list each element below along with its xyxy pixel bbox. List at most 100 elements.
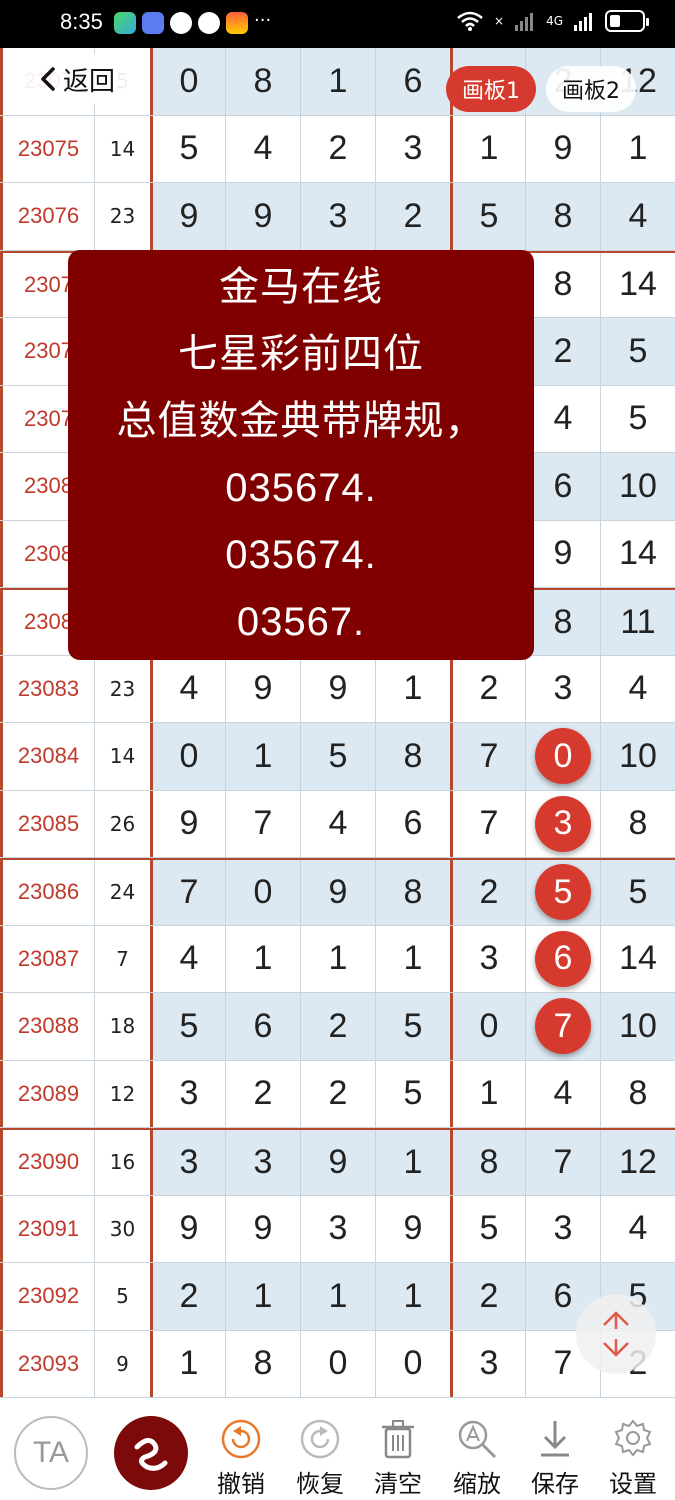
digit-cell[interactable]: 14	[600, 925, 675, 992]
undo-button[interactable]: 撤销	[206, 1416, 276, 1499]
digit-cell[interactable]: 3	[450, 1330, 525, 1397]
digit-cell[interactable]: 6	[375, 48, 450, 115]
digit-cell[interactable]: 10	[600, 993, 675, 1060]
digit-cell[interactable]: 1	[300, 1263, 375, 1330]
digit-cell[interactable]: 9	[525, 520, 600, 587]
digit-cell[interactable]: 12	[600, 1130, 675, 1195]
digit-cell[interactable]: 1	[300, 925, 375, 992]
digit-cell[interactable]: 0	[375, 1330, 450, 1397]
digit-cell[interactable]: 8	[525, 183, 600, 250]
digit-cell[interactable]: 9	[225, 655, 300, 722]
digit-cell[interactable]: 4	[600, 1195, 675, 1262]
digit-cell[interactable]: 2	[300, 993, 375, 1060]
digit-cell[interactable]: 2	[450, 860, 525, 925]
digit-cell[interactable]: 3	[150, 1060, 225, 1127]
digit-cell[interactable]: 4	[525, 385, 600, 452]
digit-cell[interactable]: 3	[375, 115, 450, 182]
digit-cell[interactable]: 2	[375, 183, 450, 250]
digit-cell[interactable]: 4	[150, 655, 225, 722]
digit-cell[interactable]: 6	[225, 993, 300, 1060]
digit-cell[interactable]: 2	[525, 318, 600, 385]
digit-cell[interactable]: 3	[525, 655, 600, 722]
digit-cell[interactable]: 3	[525, 790, 600, 857]
digit-cell[interactable]: 3	[450, 925, 525, 992]
digit-cell[interactable]: 9	[150, 1195, 225, 1262]
digit-cell[interactable]: 9	[225, 1195, 300, 1262]
digit-cell[interactable]: 1	[225, 925, 300, 992]
digit-cell[interactable]: 6	[525, 453, 600, 520]
redo-button[interactable]: 恢复	[285, 1416, 355, 1499]
digit-cell[interactable]: 2	[450, 1263, 525, 1330]
digit-cell[interactable]: 3	[300, 183, 375, 250]
digit-cell[interactable]: 4	[600, 655, 675, 722]
digit-cell[interactable]: 5	[450, 1195, 525, 1262]
settings-button[interactable]: 设置	[598, 1416, 668, 1499]
zoom-button[interactable]: 缩放	[442, 1416, 512, 1499]
digit-cell[interactable]: 7	[150, 860, 225, 925]
digit-cell[interactable]: 9	[525, 115, 600, 182]
digit-cell[interactable]: 9	[150, 183, 225, 250]
digit-cell[interactable]: 7	[525, 993, 600, 1060]
digit-cell[interactable]: 1	[300, 48, 375, 115]
digit-cell[interactable]: 7	[525, 1130, 600, 1195]
digit-cell[interactable]: 6	[525, 925, 600, 992]
digit-cell[interactable]: 2	[300, 115, 375, 182]
digit-cell[interactable]: 0	[150, 723, 225, 790]
digit-cell[interactable]: 1	[450, 1060, 525, 1127]
digit-cell[interactable]: 5	[375, 993, 450, 1060]
digit-cell[interactable]: 0	[225, 860, 300, 925]
digit-cell[interactable]: 8	[225, 1330, 300, 1397]
digit-cell[interactable]: 3	[150, 1130, 225, 1195]
digit-cell[interactable]: 1	[375, 1130, 450, 1195]
digit-cell[interactable]: 9	[150, 790, 225, 857]
tab-board-1[interactable]: 画板1	[446, 66, 536, 112]
digit-cell[interactable]: 5	[150, 115, 225, 182]
digit-cell[interactable]: 14	[600, 252, 675, 317]
digit-cell[interactable]: 9	[300, 1130, 375, 1195]
digit-cell[interactable]: 3	[525, 1195, 600, 1262]
digit-cell[interactable]: 9	[225, 183, 300, 250]
digit-cell[interactable]: 4	[300, 790, 375, 857]
digit-cell[interactable]: 4	[150, 925, 225, 992]
digit-cell[interactable]: 1	[225, 1263, 300, 1330]
digit-cell[interactable]: 9	[300, 860, 375, 925]
digit-cell[interactable]: 8	[450, 1130, 525, 1195]
clear-button[interactable]: 清空	[363, 1416, 433, 1499]
digit-cell[interactable]: 5	[300, 723, 375, 790]
digit-cell[interactable]: 1	[375, 655, 450, 722]
digit-cell[interactable]: 5	[450, 183, 525, 250]
back-button[interactable]: 返回	[22, 54, 132, 104]
digit-cell[interactable]: 3	[225, 1130, 300, 1195]
digit-cell[interactable]: 8	[225, 48, 300, 115]
digit-cell[interactable]: 0	[300, 1330, 375, 1397]
save-button[interactable]: 保存	[520, 1416, 590, 1499]
digit-cell[interactable]: 5	[600, 860, 675, 925]
digit-cell[interactable]: 4	[600, 183, 675, 250]
digit-cell[interactable]: 11	[600, 590, 675, 655]
digit-cell[interactable]: 1	[375, 1263, 450, 1330]
digit-cell[interactable]: 0	[150, 48, 225, 115]
digit-cell[interactable]: 2	[225, 1060, 300, 1127]
digit-cell[interactable]: 5	[600, 318, 675, 385]
digit-cell[interactable]: 0	[525, 723, 600, 790]
digit-cell[interactable]: 5	[600, 385, 675, 452]
digit-cell[interactable]: 8	[600, 790, 675, 857]
digit-cell[interactable]: 7	[225, 790, 300, 857]
digit-cell[interactable]: 1	[600, 115, 675, 182]
digit-cell[interactable]: 5	[375, 1060, 450, 1127]
digit-cell[interactable]: 6	[375, 790, 450, 857]
digit-cell[interactable]: 9	[300, 655, 375, 722]
digit-cell[interactable]: 2	[150, 1263, 225, 1330]
digit-cell[interactable]: 9	[375, 1195, 450, 1262]
digit-cell[interactable]: 8	[525, 252, 600, 317]
digit-cell[interactable]: 1	[225, 723, 300, 790]
text-tool-button[interactable]: TA	[14, 1416, 88, 1490]
digit-cell[interactable]: 5	[525, 860, 600, 925]
pen-tool-button[interactable]	[114, 1416, 188, 1490]
digit-cell[interactable]: 8	[525, 590, 600, 655]
digit-cell[interactable]: 10	[600, 453, 675, 520]
tab-board-2[interactable]: 画板2	[546, 66, 636, 112]
scroll-toggle-button[interactable]	[576, 1294, 656, 1374]
digit-cell[interactable]: 7	[450, 723, 525, 790]
digit-cell[interactable]: 2	[450, 655, 525, 722]
